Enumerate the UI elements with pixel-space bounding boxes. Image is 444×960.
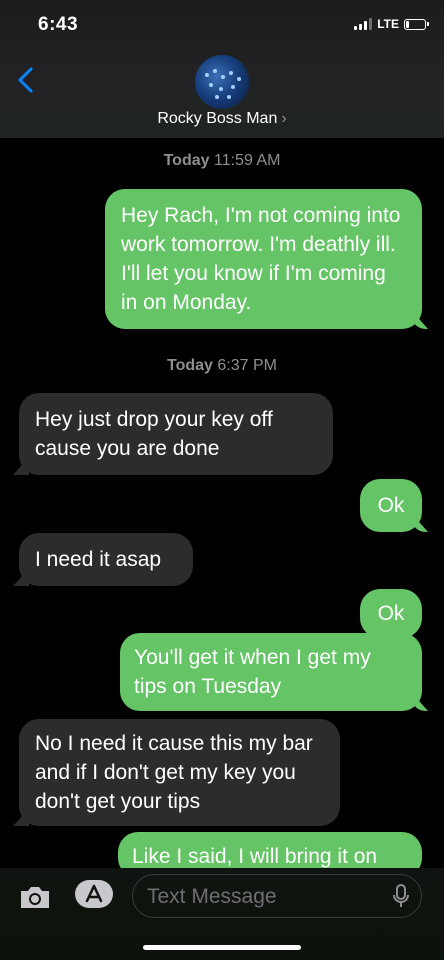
timestamp-time: 11:59 AM [213,152,281,169]
timestamp: Today 11:59 AM [0,152,444,170]
sent-message[interactable]: Hey Rach, I'm not coming into work tomor… [105,189,422,329]
camera-icon[interactable] [18,883,52,911]
message-input[interactable]: Text Message [132,874,422,918]
timestamp-day: Today [163,152,210,169]
received-message[interactable]: I need it asap [19,533,193,586]
signal-icon [354,18,373,30]
app-store-icon[interactable] [74,879,114,909]
contact-name-label: Rocky Boss Man [157,110,278,127]
sent-message[interactable]: Ok [360,589,422,638]
received-message[interactable]: Hey just drop your key off cause you are… [19,393,333,475]
status-bar: 6:43 LTE [0,0,444,50]
contact-name[interactable]: Rocky Boss Man › [0,110,444,128]
timestamp-day: Today [167,357,213,374]
home-indicator[interactable] [143,945,301,950]
received-message[interactable]: No I need it cause this my bar and if I … [19,719,340,826]
chevron-right-icon: › [281,110,287,127]
timestamp: Today 6:37 PM [0,357,444,375]
message-input-placeholder: Text Message [147,885,277,908]
status-time: 6:43 [38,14,79,35]
network-type: LTE [377,17,399,31]
sent-message[interactable]: You'll get it when I get my tips on Tues… [120,633,422,711]
microphone-icon[interactable] [391,883,411,909]
status-indicators: LTE [354,17,429,31]
avatar[interactable] [195,55,249,109]
timestamp-time: 6:37 PM [217,357,277,374]
chevron-left-icon[interactable] [14,66,38,94]
sent-message[interactable]: Ok [360,479,422,532]
battery-icon [404,18,429,30]
